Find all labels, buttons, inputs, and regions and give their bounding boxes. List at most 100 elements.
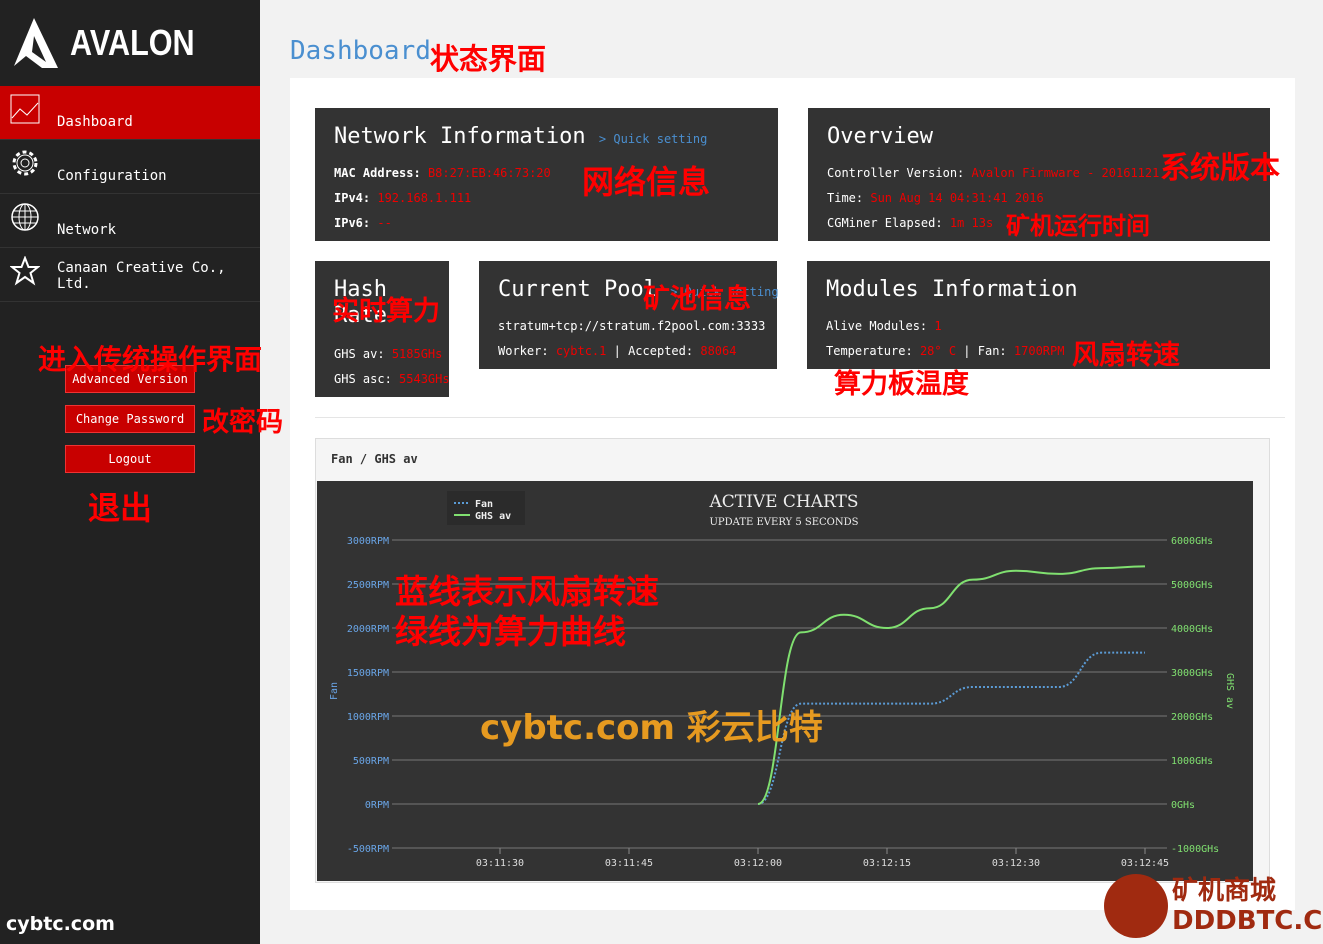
card-title: Current Pool xyxy=(498,277,657,302)
card-title: Modules Information xyxy=(826,277,1078,302)
chart-subtitle: UPDATE EVERY 5 SECONDS xyxy=(710,517,859,528)
time-label: Time: xyxy=(827,191,864,205)
sidebar-item-configuration[interactable]: Configuration xyxy=(0,140,260,194)
series-line-1 xyxy=(757,565,1146,805)
accepted-label: Accepted: xyxy=(628,344,694,358)
annotation-pwd: 改密码 xyxy=(202,407,283,438)
hash-rate-card: Hash Rate GHS av: 5185GHs GHS asc: 5543GH… xyxy=(315,261,450,397)
fan-value: 1700RPM xyxy=(1013,344,1065,358)
ipv6-value: -- xyxy=(377,216,392,230)
y-tick-right: 4000GHs xyxy=(1171,624,1213,635)
annotation-logout: 退出 xyxy=(88,489,153,527)
y-tick-left: 1500RPM xyxy=(347,668,389,679)
y-tick-right: 1000GHs xyxy=(1171,756,1213,767)
globe-icon xyxy=(11,203,39,231)
annotation-title: 状态界面 xyxy=(430,42,547,76)
legend-label: GHS av xyxy=(475,511,511,522)
sidebar-item-network[interactable]: Network xyxy=(0,194,260,248)
worker-value: cybtc.1 xyxy=(555,344,607,358)
watermark-center: cybtc.com 彩云比特 xyxy=(480,708,823,748)
annotation-net: 网络信息 xyxy=(582,163,711,201)
annotation-chart2: 绿线为算力曲线 xyxy=(395,612,626,651)
avalon-logo-icon xyxy=(14,18,58,68)
ipv6-label: IPv6: xyxy=(334,216,371,230)
chart-icon xyxy=(10,94,40,124)
sidebar-item-dashboard[interactable]: Dashboard xyxy=(0,86,260,140)
x-tick-label: 03:12:15 xyxy=(863,858,911,869)
version-value: Avalon Firmware - 20161121 xyxy=(971,166,1160,180)
annotation-fan: 风扇转速 xyxy=(1072,340,1180,371)
temp-label: Temperature: xyxy=(826,344,913,358)
x-tick-label: 03:11:30 xyxy=(476,858,524,869)
active-chart: 3000RPM 6000GHs 2500RPM 5000GHs 2000RPM 4000G… xyxy=(317,481,1253,881)
annotation-elapsed: 矿机运行时间 xyxy=(1006,212,1150,240)
alive-label: Alive Modules: xyxy=(826,319,928,333)
mac-label: MAC Address: xyxy=(334,166,421,180)
sidebar-item-label: Canaan Creative Co., Ltd. xyxy=(57,260,226,292)
fan-label: Fan: xyxy=(977,344,1007,358)
quick-setting-link[interactable]: > Quick setting xyxy=(599,132,707,146)
y-tick-right: 6000GHs xyxy=(1171,536,1213,547)
elapsed-value: 1m 13s xyxy=(949,216,994,230)
temp-value: 28° C xyxy=(919,344,957,358)
alive-value: 1 xyxy=(934,319,942,333)
sidebar-item-canaan[interactable]: Canaan Creative Co., Ltd. xyxy=(0,248,260,302)
ghs-av-label: GHS av: xyxy=(334,347,385,361)
sidebar-item-label: Dashboard xyxy=(57,114,133,130)
annotation-ver: 系统版本 xyxy=(1160,151,1280,186)
time-value: Sun Aug 14 04:31:41 2016 xyxy=(870,191,1044,205)
y-tick-left: 3000RPM xyxy=(347,536,389,547)
x-tick-label: 03:11:45 xyxy=(605,858,653,869)
ipv4-label: IPv4: xyxy=(334,191,371,205)
y-tick-right: 5000GHs xyxy=(1171,580,1213,591)
watermark-right: 矿机商城 DDDBTC.COM xyxy=(1172,876,1323,936)
page-title: Dashboard xyxy=(290,36,431,66)
card-title: Overview xyxy=(827,124,933,149)
ipv4-value: 192.168.1.111 xyxy=(377,191,472,205)
avalon-logo: AVALON xyxy=(12,16,217,70)
annotation-hash: 实时算力 xyxy=(332,296,440,327)
chart-title: ACTIVE CHARTS xyxy=(708,492,858,512)
mac-value: B8:27:EB:46:73:20 xyxy=(427,166,551,180)
y-tick-right: 2000GHs xyxy=(1171,712,1213,723)
chart-panel: Fan / GHS av 3000RPM 6000GHs 2500RPM 5000GH… xyxy=(315,438,1270,883)
ghs-av-value: 5185GHs xyxy=(391,347,443,361)
sidebar-item-label: Network xyxy=(57,222,117,238)
worker-label: Worker: xyxy=(498,344,549,358)
annotation-adv: 进入传统操作界面 xyxy=(38,343,263,376)
annotation-pool: 矿池信息 xyxy=(643,284,751,315)
y-axis-label-left: Fan xyxy=(329,682,340,700)
y-axis-label-right: GHS av xyxy=(1224,673,1235,709)
y-tick-right: 0GHs xyxy=(1171,800,1195,811)
modules-info-card: Modules Information Alive Modules: 1 Tem… xyxy=(807,261,1270,369)
elapsed-label: CGMiner Elapsed: xyxy=(827,216,943,230)
pool-url: stratum+tcp://stratum.f2pool.com:3333 xyxy=(498,319,766,333)
y-tick-left: 2000RPM xyxy=(347,624,389,635)
brand-name: AVALON xyxy=(70,22,195,63)
watermark-right-logo xyxy=(1104,874,1168,938)
star-icon xyxy=(10,256,40,286)
sidebar-item-label: Configuration xyxy=(57,168,167,184)
sidebar-nav: Dashboard Configuration Network Canaan C… xyxy=(0,86,260,302)
ghs-asc-value: 5543GHs xyxy=(399,372,450,386)
chart-panel-heading: Fan / GHS av xyxy=(331,452,418,466)
x-tick-label: 03:12:00 xyxy=(734,858,782,869)
y-tick-left: 0RPM xyxy=(365,800,389,811)
annotation-temp: 算力板温度 xyxy=(834,369,969,400)
x-tick-label: 03:12:30 xyxy=(992,858,1040,869)
y-tick-left: 2500RPM xyxy=(347,580,389,591)
logout-button[interactable]: Logout xyxy=(65,445,195,473)
legend-label: Fan xyxy=(475,499,493,510)
y-tick-left: 500RPM xyxy=(353,756,389,767)
sidebar: AVALON Dashboard Configuration Network C… xyxy=(0,0,260,944)
y-tick-left: 1000RPM xyxy=(347,712,389,723)
watermark-left: cybtc.com xyxy=(6,913,115,935)
divider xyxy=(315,417,1285,418)
x-tick-label: 03:12:45 xyxy=(1121,858,1169,869)
ghs-asc-label: GHS asc: xyxy=(334,372,392,386)
gear-icon xyxy=(12,150,38,176)
version-label: Controller Version: xyxy=(827,166,965,180)
change-password-button[interactable]: Change Password xyxy=(65,405,195,433)
card-title: Network Information xyxy=(334,124,586,149)
y-tick-right: 3000GHs xyxy=(1171,668,1213,679)
